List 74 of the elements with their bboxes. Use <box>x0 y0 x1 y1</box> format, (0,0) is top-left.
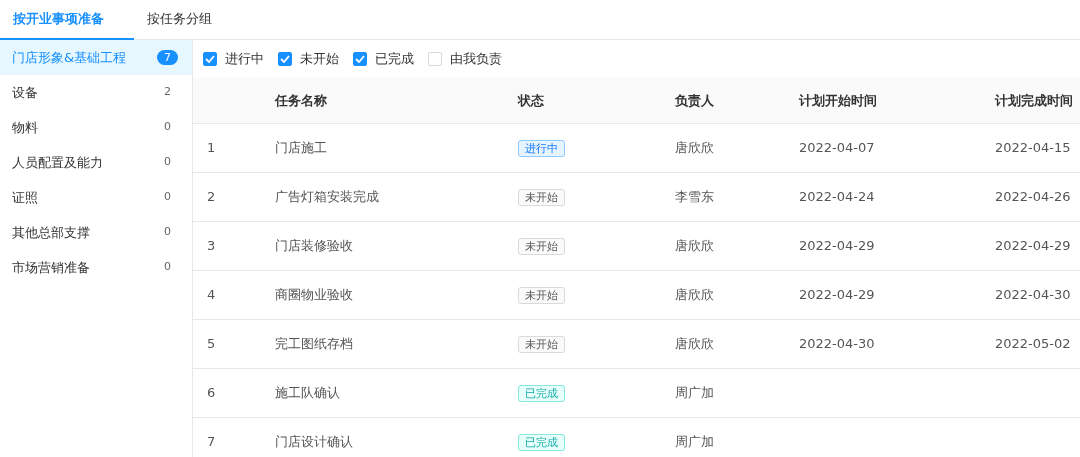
column-header: 任务名称 <box>275 92 327 108</box>
checkbox[interactable] <box>353 52 367 66</box>
sidebar-label: 物料 <box>12 118 38 137</box>
start-date: 2022-04-24 <box>799 189 875 205</box>
sidebar-item[interactable]: 证照 0 <box>0 180 192 215</box>
column-header: 状态 <box>518 92 544 108</box>
owner: 唐欣欣 <box>675 140 714 156</box>
sidebar-item[interactable]: 市场营销准备 0 <box>0 250 192 285</box>
check-icon <box>205 55 215 63</box>
owner: 唐欣欣 <box>675 287 714 303</box>
task-name: 完工图纸存档 <box>275 336 353 352</box>
owner: 唐欣欣 <box>675 336 714 352</box>
row-number: 1 <box>207 140 216 156</box>
checkbox[interactable] <box>278 52 292 66</box>
item-count: 0 <box>163 119 172 136</box>
check-icon <box>280 55 290 63</box>
checkbox-label: 进行中 <box>225 50 264 69</box>
checkbox-label: 已完成 <box>375 50 414 69</box>
task-name: 施工队确认 <box>275 385 340 401</box>
end-date: 2022-05-02 <box>995 336 1071 352</box>
status-tag: 未开始 <box>518 238 565 256</box>
status-tag: 已完成 <box>518 385 565 403</box>
item-count: 0 <box>163 189 172 206</box>
row-number: 2 <box>207 189 216 205</box>
column-header: 计划开始时间 <box>799 92 877 108</box>
sidebar-label: 门店形象&基础工程 <box>12 48 127 67</box>
column-header: 计划完成时间 <box>995 92 1073 108</box>
task-name: 商圈物业验收 <box>275 287 353 303</box>
sidebar-item[interactable]: 设备 2 <box>0 75 192 110</box>
end-date: 2022-04-26 <box>995 189 1071 205</box>
end-date: 2022-04-29 <box>995 238 1071 254</box>
start-date: 2022-04-07 <box>799 140 875 156</box>
checkbox-label: 未开始 <box>300 50 339 69</box>
item-count: 2 <box>163 84 172 101</box>
tab[interactable]: 按任务分组 <box>134 0 268 40</box>
start-date: 2022-04-30 <box>799 336 875 352</box>
count-badge: 7 <box>157 50 178 65</box>
status-tag: 已完成 <box>518 434 565 452</box>
checkbox[interactable] <box>203 52 217 66</box>
sidebar-item[interactable]: 人员配置及能力 0 <box>0 145 192 180</box>
task-name: 门店装修验收 <box>275 238 353 254</box>
owner: 周广加 <box>675 434 714 450</box>
sidebar-item[interactable]: 物料 0 <box>0 110 192 145</box>
task-name: 门店施工 <box>275 140 327 156</box>
status-tag: 未开始 <box>518 189 565 207</box>
owner: 周广加 <box>675 385 714 401</box>
sidebar-label: 其他总部支撑 <box>12 223 90 242</box>
row-number: 7 <box>207 434 216 450</box>
check-icon <box>355 55 365 63</box>
item-count: 0 <box>163 154 172 171</box>
start-date: 2022-04-29 <box>799 287 875 303</box>
task-name: 广告灯箱安装完成 <box>275 189 379 205</box>
sidebar-label: 人员配置及能力 <box>12 153 103 172</box>
end-date: 2022-04-30 <box>995 287 1071 303</box>
owner: 唐欣欣 <box>675 238 714 254</box>
item-count: 0 <box>163 224 172 241</box>
row-number: 3 <box>207 238 216 254</box>
sidebar-item[interactable]: 其他总部支撑 0 <box>0 215 192 250</box>
status-tag: 进行中 <box>518 140 565 158</box>
owner: 李雪东 <box>675 189 714 205</box>
row-number: 6 <box>207 385 216 401</box>
sidebar-label: 证照 <box>12 188 38 207</box>
row-number: 5 <box>207 336 216 352</box>
item-count: 0 <box>163 259 172 276</box>
column-header: 负责人 <box>675 92 714 108</box>
status-tag: 未开始 <box>518 287 565 305</box>
sidebar-label: 市场营销准备 <box>12 258 90 277</box>
status-tag: 未开始 <box>518 336 565 354</box>
end-date: 2022-04-15 <box>995 140 1071 156</box>
checkbox-label: 由我负责 <box>450 50 502 69</box>
start-date: 2022-04-29 <box>799 238 875 254</box>
sidebar-label: 设备 <box>12 83 38 102</box>
row-number: 4 <box>207 287 216 303</box>
task-name: 门店设计确认 <box>275 434 353 450</box>
